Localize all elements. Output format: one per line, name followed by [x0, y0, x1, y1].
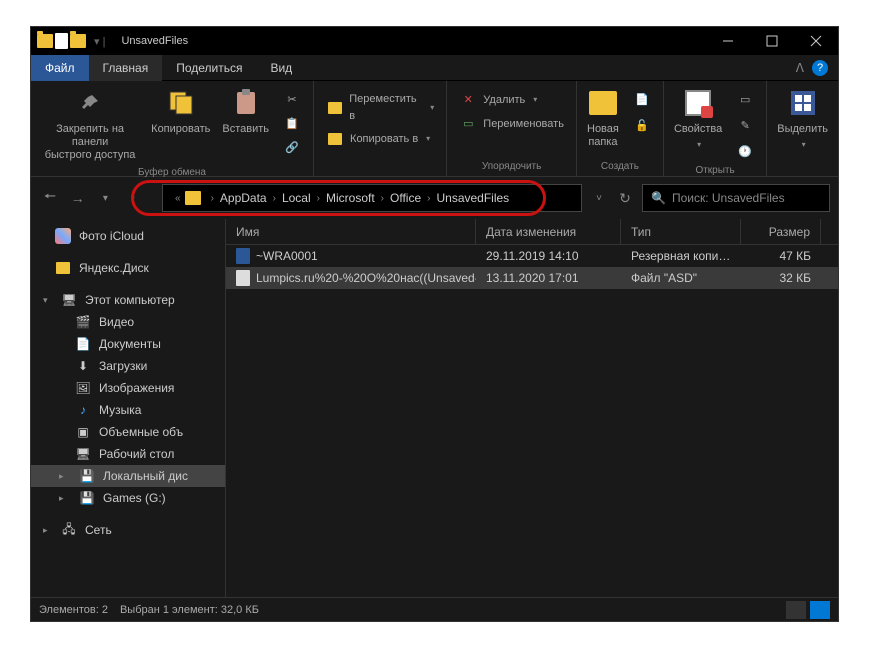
- rename-button[interactable]: ▭Переименовать: [455, 113, 568, 135]
- move-to-button[interactable]: Переместить в▾: [322, 89, 438, 126]
- column-headers: Имя Дата изменения Тип Размер: [226, 219, 838, 245]
- breadcrumb-segment[interactable]: Local: [280, 191, 313, 205]
- search-icon: 🔍: [651, 191, 666, 205]
- maximize-button[interactable]: [750, 27, 794, 55]
- doc-icon: [55, 33, 68, 49]
- statusbar: Элементов: 2 Выбран 1 элемент: 32,0 КБ: [31, 597, 838, 621]
- breadcrumb-segment[interactable]: AppData: [218, 191, 269, 205]
- minimize-button[interactable]: [706, 27, 750, 55]
- chevron-left-icon[interactable]: «: [171, 193, 185, 204]
- status-count: Элементов: 2: [39, 604, 108, 616]
- sidebar-item-localdisk[interactable]: ▸💾Локальный дис: [31, 465, 225, 487]
- recent-dropdown[interactable]: ▾: [95, 187, 117, 209]
- edit-button[interactable]: ✎: [732, 115, 758, 137]
- group-create-label: Создать: [585, 159, 655, 172]
- folder-icon: [37, 34, 53, 48]
- view-icons-button[interactable]: [810, 601, 830, 619]
- select-button[interactable]: Выделить▾: [775, 85, 830, 152]
- view-details-button[interactable]: [786, 601, 806, 619]
- column-name[interactable]: Имя: [226, 219, 476, 244]
- open-button[interactable]: ▭: [732, 89, 758, 111]
- column-type[interactable]: Тип: [621, 219, 741, 244]
- sidebar-item-videos[interactable]: 🎬Видео: [31, 311, 225, 333]
- pin-button[interactable]: Закрепить на панели быстрого доступа: [39, 85, 141, 165]
- breadcrumb[interactable]: « › AppData › Local › Microsoft › Office…: [162, 184, 582, 212]
- help-icon[interactable]: ?: [812, 60, 828, 76]
- copy-path-button[interactable]: 📋: [279, 113, 305, 135]
- ribbon: Закрепить на панели быстрого доступа Коп…: [31, 81, 838, 177]
- back-button[interactable]: 🠔: [39, 187, 61, 209]
- explorer-window: ▾ | UnsavedFiles Файл Главная Поделиться…: [30, 26, 839, 622]
- titlebar: ▾ | UnsavedFiles: [31, 27, 838, 55]
- file-row[interactable]: ~WRA0001 29.11.2019 14:10 Резервная копи…: [226, 245, 838, 267]
- forward-button[interactable]: →: [67, 187, 89, 209]
- up-button[interactable]: ↑: [122, 187, 144, 209]
- tab-file[interactable]: Файл: [31, 55, 89, 81]
- tab-home[interactable]: Главная: [89, 55, 163, 81]
- chevron-up-icon[interactable]: ᐱ: [796, 61, 804, 75]
- cut-button[interactable]: ✂: [279, 89, 305, 111]
- sidebar-item-3d[interactable]: ▣Объемные объ: [31, 421, 225, 443]
- group-open-label: Открыть: [672, 163, 758, 176]
- tab-share[interactable]: Поделиться: [162, 55, 256, 81]
- blank-file-icon: [236, 270, 250, 286]
- breadcrumb-segment[interactable]: Microsoft: [324, 191, 377, 205]
- paste-shortcut-button[interactable]: 🔗: [279, 137, 305, 159]
- sidebar-item-desktop[interactable]: 🖥Рабочий стол: [31, 443, 225, 465]
- copy-to-button[interactable]: Копировать в▾: [322, 128, 438, 150]
- address-dropdown[interactable]: ˅: [588, 187, 610, 209]
- sidebar-item-icloud[interactable]: Фото iCloud: [31, 225, 225, 247]
- quickaccess-separator: ▾ |: [94, 35, 105, 48]
- column-date[interactable]: Дата изменения: [476, 219, 621, 244]
- sidebar-item-pictures[interactable]: 🖼Изображения: [31, 377, 225, 399]
- new-item-button[interactable]: 📄: [629, 89, 655, 111]
- sidebar-item-network[interactable]: ▸🖧Сеть: [31, 519, 225, 541]
- sidebar-item-downloads[interactable]: ⬇Загрузки: [31, 355, 225, 377]
- delete-button[interactable]: ✕Удалить▾: [455, 89, 568, 111]
- properties-button[interactable]: Свойства▾: [672, 85, 724, 152]
- sidebar-item-documents[interactable]: 📄Документы: [31, 333, 225, 355]
- tab-view[interactable]: Вид: [256, 55, 306, 81]
- new-folder-button[interactable]: Новая папка: [585, 85, 621, 151]
- ribbon-tabs: Файл Главная Поделиться Вид ᐱ ?: [31, 55, 838, 81]
- easy-access-button[interactable]: 🔓: [629, 115, 655, 137]
- navbar: 🠔 → ▾ ↑ « › AppData › Local › Microsoft …: [31, 177, 838, 219]
- status-selected: Выбран 1 элемент: 32,0 КБ: [120, 604, 259, 616]
- folder-icon: [185, 191, 201, 205]
- group-organize-label: Упорядочить: [455, 159, 568, 172]
- refresh-button[interactable]: ↻: [614, 187, 636, 209]
- search-placeholder: Поиск: UnsavedFiles: [672, 191, 785, 205]
- breadcrumb-segment[interactable]: UnsavedFiles: [434, 191, 511, 205]
- sidebar-item-games[interactable]: ▸💾Games (G:): [31, 487, 225, 509]
- sidebar-item-thispc[interactable]: ▾🖥Этот компьютер: [31, 289, 225, 311]
- sidebar-item-music[interactable]: ♪Музыка: [31, 399, 225, 421]
- breadcrumb-segment[interactable]: Office: [388, 191, 423, 205]
- window-title: UnsavedFiles: [121, 35, 188, 47]
- folder-icon: [70, 34, 86, 48]
- file-list: Имя Дата изменения Тип Размер ~WRA0001 2…: [226, 219, 838, 597]
- search-input[interactable]: 🔍 Поиск: UnsavedFiles: [642, 184, 830, 212]
- sidebar: Фото iCloud Яндекс.Диск ▾🖥Этот компьютер…: [31, 219, 226, 597]
- close-button[interactable]: [794, 27, 838, 55]
- history-button[interactable]: 🕐: [732, 141, 758, 163]
- file-row[interactable]: Lumpics.ru%20-%20О%20нас((Unsaved-... 13…: [226, 267, 838, 289]
- column-size[interactable]: Размер: [741, 219, 821, 244]
- sidebar-item-yandex[interactable]: Яндекс.Диск: [31, 257, 225, 279]
- paste-button[interactable]: Вставить: [220, 85, 271, 138]
- group-clipboard-label: Буфер обмена: [39, 165, 305, 178]
- word-file-icon: [236, 248, 250, 264]
- copy-button[interactable]: Копировать: [149, 85, 212, 138]
